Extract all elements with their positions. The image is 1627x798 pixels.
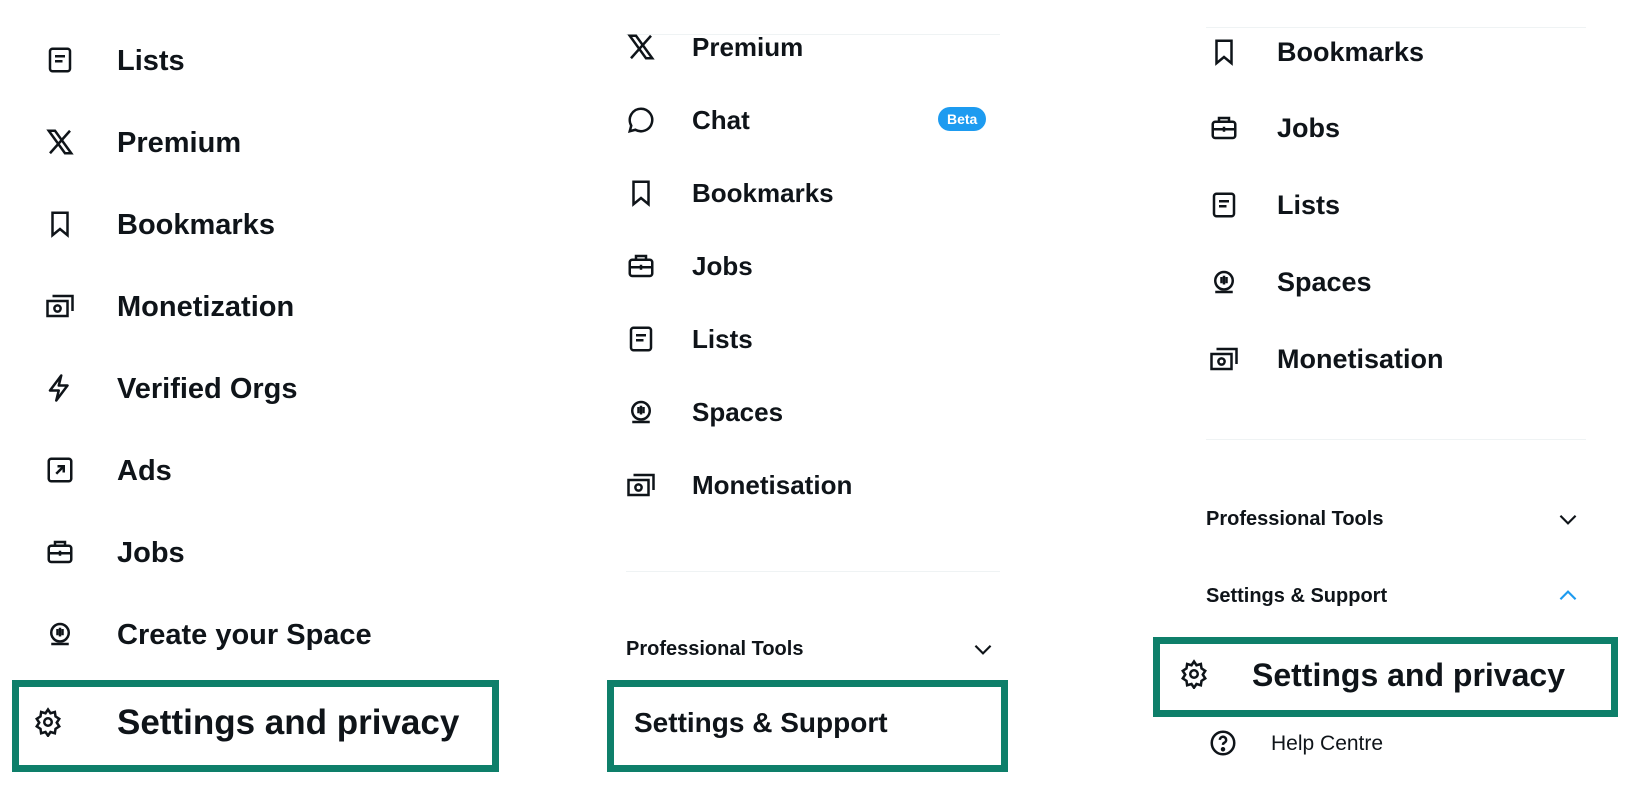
- nav-item-label: Spaces: [1277, 267, 1372, 297]
- nav-item-spaces[interactable]: Spaces: [1150, 267, 1627, 307]
- nav-item-label: Lists: [692, 324, 753, 354]
- nav-item-jobs[interactable]: Jobs: [580, 251, 1020, 291]
- nav-item-settings-privacy[interactable]: Settings and privacy: [0, 703, 560, 747]
- ads-arrow-icon: [45, 455, 75, 485]
- lightning-icon: [45, 373, 75, 403]
- nav-item-label: Premium: [692, 32, 804, 62]
- right-panel: Bookmarks Jobs Lists Spaces Monetisation…: [1150, 0, 1627, 798]
- nav-item-label: Monetization: [117, 291, 295, 323]
- nav-item-spaces[interactable]: Spaces: [580, 397, 1020, 437]
- spaces-icon: [1209, 267, 1239, 297]
- list-icon: [45, 45, 75, 75]
- nav-item-label: Bookmarks: [692, 178, 834, 208]
- section-label: Settings & Support: [1206, 585, 1388, 607]
- nav-item-create-space[interactable]: Create your Space: [0, 619, 560, 659]
- divider: [626, 571, 1000, 572]
- nav-item-label: Spaces: [692, 397, 784, 427]
- x-logo-icon: [45, 127, 75, 157]
- chevron-up-icon: [1559, 590, 1577, 601]
- nav-item-label: Create your Space: [117, 619, 372, 651]
- money-icon: [626, 470, 656, 500]
- nav-item-label: Monetisation: [692, 470, 853, 500]
- section-label: Settings & Support: [634, 707, 888, 738]
- money-icon: [1209, 344, 1239, 374]
- chevron-down-icon: [974, 644, 992, 655]
- briefcase-icon: [626, 251, 656, 281]
- left-panel: Lists Premium Bookmarks Monetization Ver…: [0, 0, 560, 798]
- nav-item-label: Bookmarks: [117, 209, 275, 241]
- nav-item-label: Verified Orgs: [117, 373, 298, 405]
- nav-item-label: Lists: [117, 45, 185, 77]
- gear-icon: [1179, 659, 1209, 689]
- spaces-icon: [45, 619, 75, 649]
- divider: [1206, 27, 1586, 28]
- briefcase-icon: [45, 537, 75, 567]
- nav-item-label: Settings and privacy: [1252, 657, 1565, 693]
- nav-item-bookmarks[interactable]: Bookmarks: [0, 209, 560, 249]
- nav-item-label: Settings and privacy: [117, 703, 460, 742]
- nav-item-label: Chat: [692, 105, 750, 135]
- beta-badge: Beta: [938, 107, 987, 131]
- nav-item-ads[interactable]: Ads: [0, 455, 560, 495]
- nav-item-monetization[interactable]: Monetization: [0, 291, 560, 331]
- nav-item-premium[interactable]: Premium: [0, 127, 560, 167]
- bookmark-icon: [45, 209, 75, 239]
- list-icon: [626, 324, 656, 354]
- nav-item-verified-orgs[interactable]: Verified Orgs: [0, 373, 560, 413]
- briefcase-icon: [1209, 113, 1239, 143]
- professional-tools-toggle[interactable]: Professional Tools: [1150, 506, 1627, 546]
- nav-item-chat[interactable]: Chat Beta: [580, 105, 1020, 145]
- spaces-icon: [626, 397, 656, 427]
- nav-item-jobs[interactable]: Jobs: [0, 537, 560, 577]
- nav-item-lists[interactable]: Lists: [1150, 190, 1627, 230]
- nav-item-label: Ads: [117, 455, 172, 487]
- chat-bubble-icon: [626, 105, 656, 135]
- nav-item-lists[interactable]: Lists: [580, 324, 1020, 364]
- x-logo-icon: [626, 32, 656, 62]
- nav-item-settings-privacy[interactable]: Settings and privacy: [1150, 657, 1627, 699]
- professional-tools-toggle[interactable]: Professional Tools: [580, 636, 1020, 676]
- nav-item-premium[interactable]: Premium: [580, 32, 1020, 72]
- nav-item-jobs[interactable]: Jobs: [1150, 113, 1627, 153]
- nav-item-bookmarks[interactable]: Bookmarks: [1150, 37, 1627, 77]
- divider: [1206, 439, 1586, 440]
- section-label: Professional Tools: [626, 638, 804, 660]
- help-circle-icon: [1208, 728, 1238, 758]
- nav-item-bookmarks[interactable]: Bookmarks: [580, 178, 1020, 218]
- nav-item-help-centre[interactable]: Help Centre: [1150, 728, 1627, 768]
- nav-item-lists[interactable]: Lists: [0, 45, 560, 85]
- gear-icon: [33, 707, 63, 737]
- nav-item-label: Jobs: [117, 537, 185, 569]
- settings-support-toggle[interactable]: Settings & Support: [580, 707, 1020, 747]
- nav-item-label: Bookmarks: [1277, 37, 1425, 67]
- nav-item-label: Monetisation: [1277, 344, 1444, 374]
- nav-item-label: Lists: [1277, 190, 1341, 220]
- nav-item-monetisation[interactable]: Monetisation: [580, 470, 1020, 510]
- bookmark-icon: [1209, 37, 1239, 67]
- settings-support-toggle[interactable]: Settings & Support: [1150, 583, 1627, 623]
- chevron-down-icon: [1559, 514, 1577, 525]
- bookmark-icon: [626, 178, 656, 208]
- nav-item-label: Jobs: [1277, 113, 1341, 143]
- middle-panel: Premium Chat Beta Bookmarks Jobs Lists S…: [580, 0, 1020, 798]
- nav-item-label: Premium: [117, 127, 242, 159]
- section-label: Professional Tools: [1206, 508, 1384, 530]
- nav-item-label: Help Centre: [1271, 732, 1384, 755]
- list-icon: [1209, 190, 1239, 220]
- nav-item-monetisation[interactable]: Monetisation: [1150, 344, 1627, 384]
- money-icon: [45, 291, 75, 321]
- nav-item-label: Jobs: [692, 251, 753, 281]
